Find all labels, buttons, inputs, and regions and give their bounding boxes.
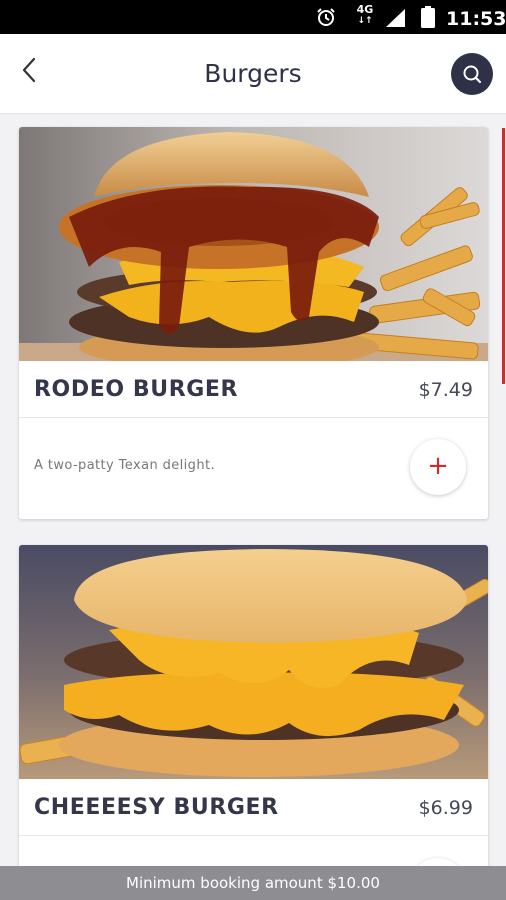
add-to-cart-button[interactable]: + bbox=[410, 858, 466, 866]
product-card-cheeeesy-burger[interactable]: CHEEEESY BURGER $6.99 + bbox=[19, 545, 488, 866]
status-bar: 4G ↓↑ 11:53 bbox=[0, 0, 506, 34]
product-desc-row: A two-patty Texan delight. + bbox=[19, 418, 488, 518]
signal-icon bbox=[386, 9, 405, 27]
search-icon bbox=[463, 65, 482, 84]
product-card-rodeo-burger[interactable]: RODEO BURGER $7.49 A two-patty Texan del… bbox=[19, 127, 488, 519]
product-price: $7.49 bbox=[418, 379, 473, 401]
product-name: RODEO BURGER bbox=[34, 377, 239, 402]
add-to-cart-button[interactable]: + bbox=[410, 439, 466, 495]
product-description: A two-patty Texan delight. bbox=[34, 458, 216, 473]
product-name: CHEEEESY BURGER bbox=[34, 795, 279, 820]
product-title-row: RODEO BURGER $7.49 bbox=[19, 361, 488, 417]
scrollbar[interactable] bbox=[502, 128, 505, 384]
burger-photo-cheese[interactable] bbox=[19, 545, 488, 779]
product-desc-row: + bbox=[19, 836, 488, 866]
network-label: 4G bbox=[356, 3, 374, 16]
network-4g-icon: 4G ↓↑ bbox=[356, 3, 374, 26]
page-title: Burgers bbox=[204, 59, 302, 88]
status-time: 11:53 bbox=[446, 8, 506, 30]
alarm-icon bbox=[317, 8, 335, 26]
product-price: $6.99 bbox=[418, 797, 473, 819]
burger-photo-onion-ring-bbq[interactable] bbox=[19, 127, 488, 361]
product-title-row: CHEEEESY BURGER $6.99 bbox=[19, 779, 488, 835]
minimum-booking-bar: Minimum booking amount $10.00 bbox=[0, 866, 506, 900]
battery-icon bbox=[421, 6, 435, 28]
product-list[interactable]: RODEO BURGER $7.49 A two-patty Texan del… bbox=[0, 114, 506, 866]
app-header: Burgers bbox=[0, 34, 506, 114]
search-button[interactable] bbox=[451, 53, 493, 95]
